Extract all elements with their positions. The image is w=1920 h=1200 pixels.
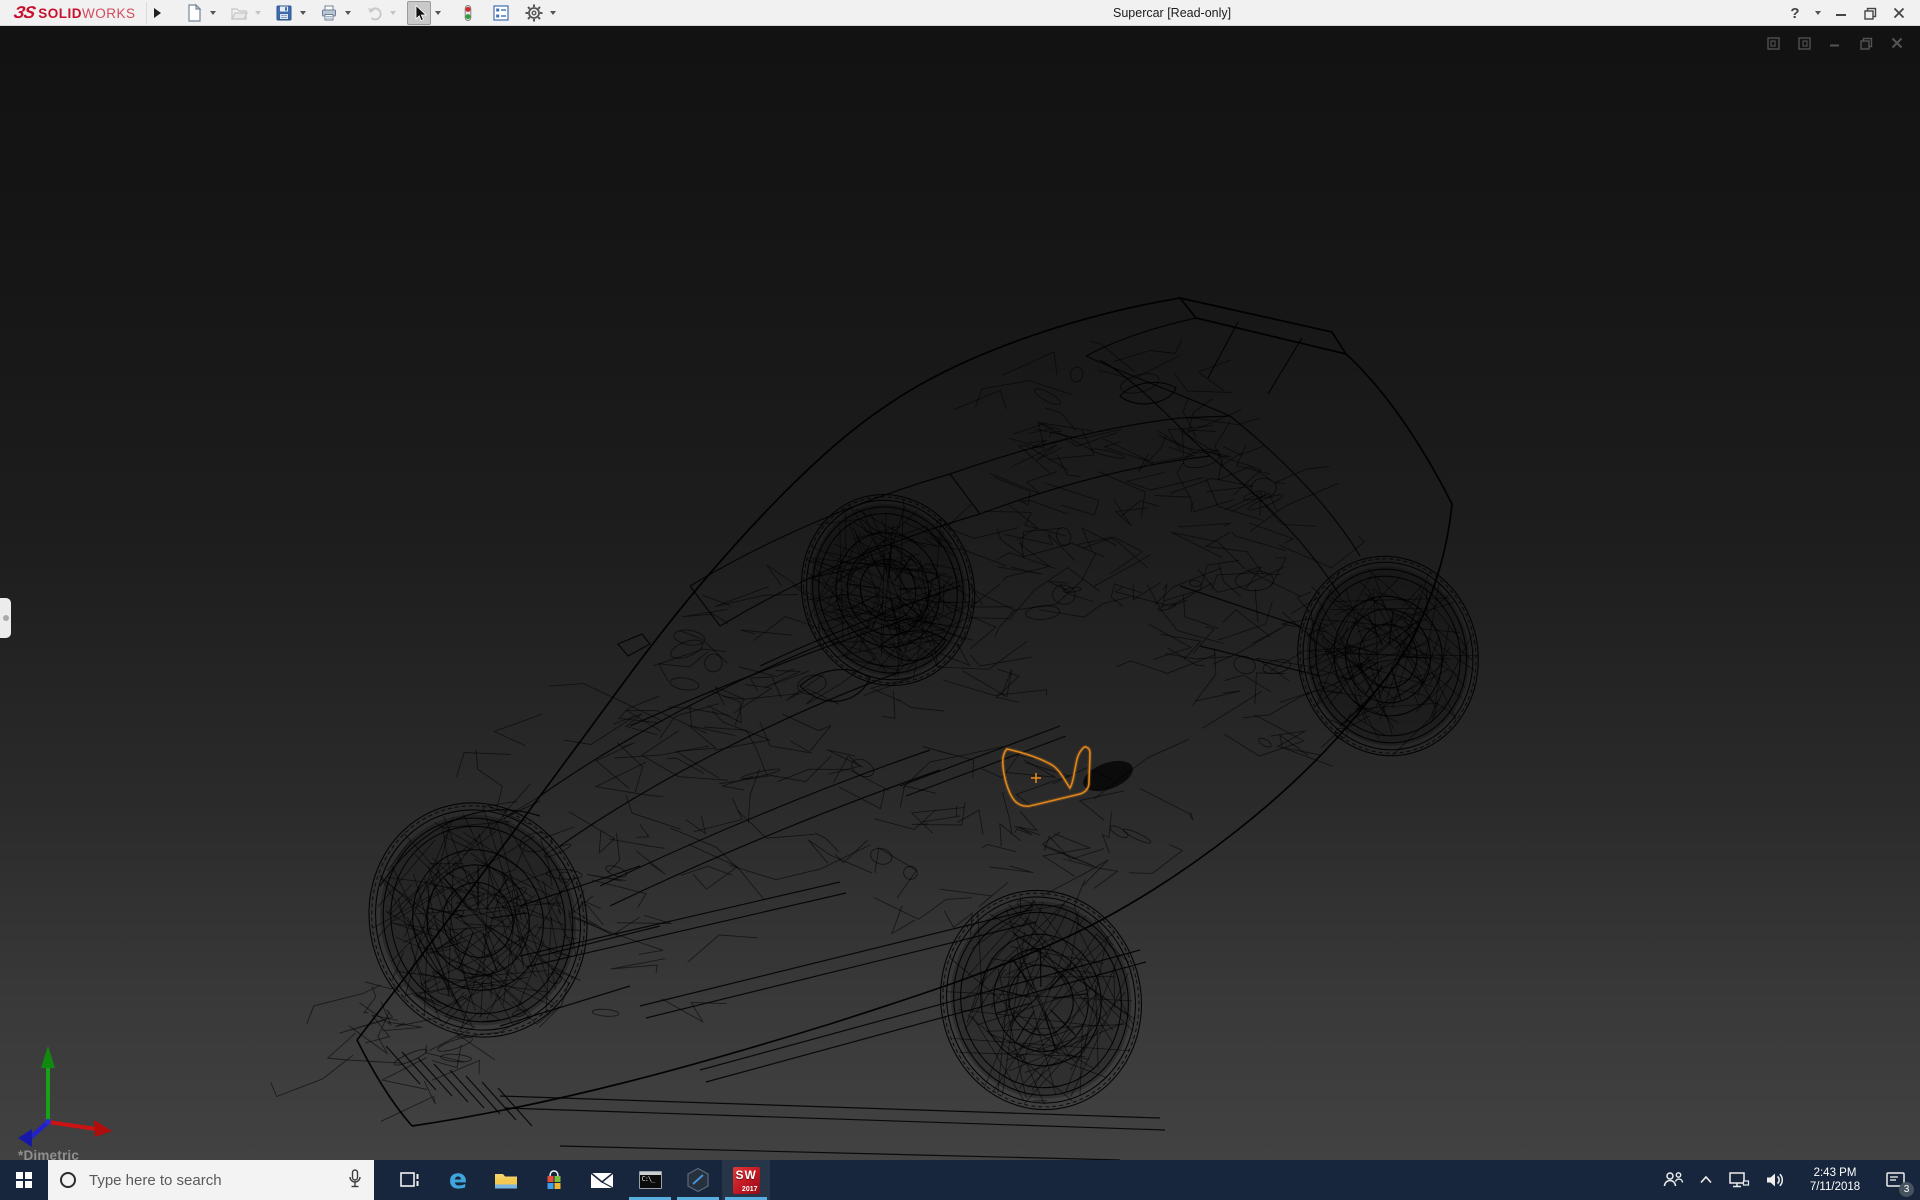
undo-icon	[364, 3, 384, 23]
start-button[interactable]	[0, 1160, 48, 1200]
doc-window-right-button[interactable]	[1795, 34, 1813, 52]
taskbar-icon-command-prompt[interactable]: C:\_	[626, 1160, 674, 1200]
taskbar-icon-hexagon-app[interactable]	[674, 1160, 722, 1200]
new-document-button[interactable]	[182, 1, 206, 25]
taskbar-icon-store[interactable]	[530, 1160, 578, 1200]
options-caret[interactable]	[548, 1, 558, 25]
help-button[interactable]: ?	[1784, 2, 1806, 24]
clock-time: 2:43 PM	[1797, 1166, 1873, 1180]
open-folder-icon	[229, 3, 249, 23]
speaker-icon	[1763, 1168, 1787, 1192]
save-caret[interactable]	[298, 1, 308, 25]
restore-button[interactable]	[1859, 2, 1881, 24]
print-button[interactable]	[317, 1, 341, 25]
microphone-icon[interactable]	[346, 1168, 364, 1192]
solidworks-logo: ЗS SOLIDWORKS	[0, 3, 146, 23]
close-icon	[1890, 36, 1904, 50]
select-tool-button[interactable]	[407, 1, 431, 25]
taskbar-search-input[interactable]: Type here to search	[48, 1160, 374, 1200]
flyout-dot-icon	[3, 615, 9, 621]
doc-close-button[interactable]	[1888, 34, 1906, 52]
close-button[interactable]	[1888, 2, 1910, 24]
featuremanager-flyout-tab[interactable]	[0, 598, 11, 638]
taskbar-icon-edge[interactable]: e	[434, 1160, 482, 1200]
cortana-icon	[60, 1172, 76, 1188]
undo-caret[interactable]	[388, 1, 398, 25]
graphics-area[interactable]: *Dimetric	[0, 26, 1920, 1160]
hexagon-app-icon	[685, 1167, 711, 1193]
print-caret[interactable]	[343, 1, 353, 25]
minimize-icon	[1834, 6, 1848, 20]
taskbar-icon-solidworks[interactable]: SW 2017	[722, 1160, 770, 1200]
help-caret[interactable]	[1813, 1, 1823, 25]
doc-restore-button[interactable]	[1857, 34, 1875, 52]
new-document-caret[interactable]	[208, 1, 218, 25]
taskbar-clock[interactable]: 2:43 PM 7/11/2018	[1793, 1166, 1877, 1194]
edge-icon: e	[449, 1167, 467, 1193]
menu-flyout-button[interactable]	[146, 2, 168, 24]
people-button[interactable]	[1655, 1160, 1691, 1200]
select-tool-caret[interactable]	[433, 1, 443, 25]
view-orientation-label: *Dimetric	[18, 1148, 79, 1160]
rebuild-button[interactable]	[456, 1, 480, 25]
restore-icon	[1859, 36, 1874, 51]
car-wireframe[interactable]	[0, 26, 1920, 1160]
properties-list-icon	[491, 3, 511, 23]
task-view-button[interactable]	[386, 1160, 434, 1200]
taskbar-icon-mail[interactable]	[578, 1160, 626, 1200]
print-icon	[319, 3, 339, 23]
document-window-controls	[1764, 34, 1906, 52]
taskbar-icon-file-explorer[interactable]	[482, 1160, 530, 1200]
taskbar: Type here to search e	[0, 1160, 1920, 1200]
volume-button[interactable]	[1757, 1160, 1793, 1200]
system-tray: 2:43 PM 7/11/2018 3	[1655, 1160, 1920, 1200]
cursor-arrow-icon	[409, 3, 429, 23]
doc-minimize-button[interactable]	[1826, 34, 1844, 52]
save-floppy-icon	[274, 3, 294, 23]
close-icon	[1892, 6, 1906, 20]
network-button[interactable]	[1721, 1160, 1757, 1200]
open-button[interactable]	[227, 1, 251, 25]
traffic-light-icon	[458, 3, 478, 23]
solidworks-3s-icon: ЗS	[12, 3, 37, 23]
save-button[interactable]	[272, 1, 296, 25]
tray-overflow-button[interactable]	[1691, 1160, 1721, 1200]
titlebar: ЗS SOLIDWORKS	[0, 0, 1920, 26]
chevron-up-icon	[1697, 1171, 1715, 1189]
command-prompt-icon: C:\_	[639, 1171, 662, 1189]
right-triangle-icon	[154, 8, 161, 18]
mail-envelope-icon	[589, 1168, 615, 1192]
window-title: Supercar [Read-only]	[1113, 0, 1231, 26]
doc-window-left-button[interactable]	[1764, 34, 1782, 52]
file-explorer-icon	[493, 1168, 519, 1192]
minimize-icon	[1828, 36, 1842, 50]
file-properties-button[interactable]	[489, 1, 513, 25]
solidworks-2017-icon: SW 2017	[733, 1167, 760, 1194]
minimize-button[interactable]	[1830, 2, 1852, 24]
restore-icon	[1863, 6, 1878, 21]
gear-icon	[524, 3, 544, 23]
doc-window-icon	[1766, 36, 1781, 51]
people-icon	[1661, 1168, 1685, 1192]
task-view-icon	[398, 1168, 422, 1192]
new-document-icon	[184, 3, 204, 23]
clock-date: 7/11/2018	[1797, 1180, 1873, 1194]
doc-window-icon	[1797, 36, 1812, 51]
notification-badge: 3	[1899, 1182, 1914, 1197]
orientation-triad[interactable]	[2, 1026, 132, 1156]
store-icon	[542, 1168, 566, 1192]
options-button[interactable]	[522, 1, 546, 25]
action-center-button[interactable]: 3	[1877, 1160, 1915, 1200]
open-caret[interactable]	[253, 1, 263, 25]
network-ethernet-icon	[1727, 1168, 1751, 1192]
search-placeholder: Type here to search	[89, 1172, 346, 1189]
windows-logo-icon	[16, 1172, 32, 1188]
undo-button[interactable]	[362, 1, 386, 25]
